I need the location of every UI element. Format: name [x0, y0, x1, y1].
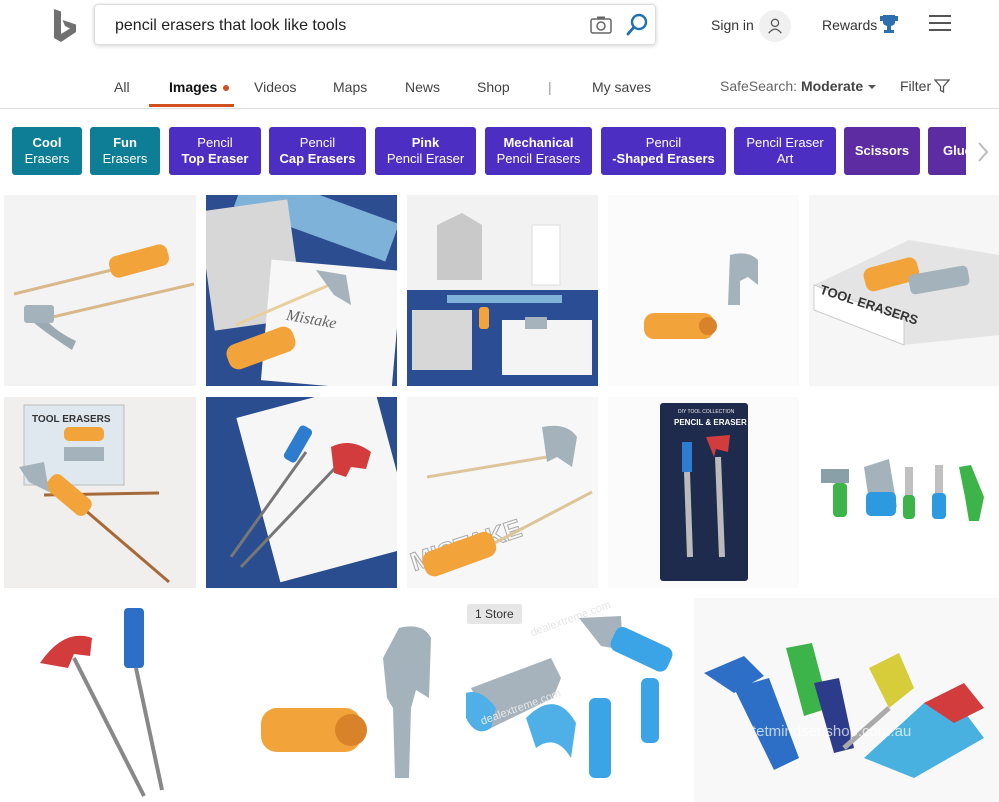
tab-news[interactable]: News — [405, 79, 440, 95]
filter-button[interactable]: Filter — [900, 78, 931, 94]
tab-videos[interactable]: Videos — [254, 79, 297, 95]
chip-line1: Cool — [32, 135, 62, 150]
chip-line1: Pencil — [299, 135, 336, 150]
watermark: tetmindset.shop.com.au — [752, 723, 911, 740]
safesearch-value: Moderate — [800, 78, 864, 94]
chip-line1: Pencil — [197, 135, 233, 150]
safesearch-dropdown[interactable]: SafeSearch: Moderate — [720, 78, 877, 94]
image-result[interactable]: dealextreme.com dealextreme.com 1 Store — [461, 598, 685, 802]
image-result[interactable] — [4, 195, 196, 386]
active-tab-dot — [223, 85, 229, 91]
trophy-icon[interactable] — [880, 14, 898, 34]
chip-line1: Pencil Eraser — [746, 135, 824, 150]
chip-scissors[interactable]: Scissors — [844, 127, 920, 175]
active-tab-underline — [149, 104, 234, 107]
search-box[interactable]: pencil erasers that look like tools — [94, 4, 656, 45]
chip-pencil-top-eraser[interactable]: Pencil Top Eraser — [169, 127, 261, 175]
tab-images[interactable]: Images — [169, 79, 217, 95]
header-divider — [0, 108, 999, 109]
chip-line2: Art — [776, 151, 794, 166]
tab-shop[interactable]: Shop — [477, 79, 510, 95]
bing-logo[interactable] — [52, 8, 78, 44]
image-result[interactable]: tetmindset.shop.com.au — [694, 598, 999, 802]
image-result[interactable]: TOOL ERASERS — [809, 195, 999, 386]
chip-cool-erasers[interactable]: Cool Erasers — [12, 127, 82, 175]
image-result[interactable] — [4, 598, 222, 802]
chip-pink-pencil-eraser[interactable]: Pink Pencil Eraser — [375, 127, 476, 175]
image-result[interactable] — [231, 598, 455, 802]
store-count-badge: 1 Store — [467, 604, 522, 624]
thumb-text: DIY TOOL COLLECTION — [678, 409, 735, 415]
thumb-text: PENCIL & ERASER — [674, 418, 747, 427]
image-result[interactable] — [608, 195, 799, 386]
vertical-tabs: All Images Videos Maps News Shop | My sa… — [0, 70, 999, 108]
signin-link[interactable]: Sign in — [711, 17, 754, 33]
chip-line2: -Shaped Erasers — [612, 151, 715, 166]
image-result[interactable]: TOOL ERASERS — [4, 397, 196, 588]
chip-line1: Pencil — [645, 135, 682, 150]
chevron-down-icon — [868, 85, 877, 90]
image-result[interactable] — [407, 195, 598, 386]
filter-funnel-icon[interactable] — [933, 78, 951, 94]
chip-line2: Pencil Erasers — [496, 151, 581, 166]
chip-line2: Erasers — [102, 151, 148, 166]
chip-fun-erasers[interactable]: Fun Erasers — [90, 127, 160, 175]
chip-line2: Erasers — [24, 151, 70, 166]
image-result[interactable] — [206, 397, 397, 588]
tab-my-saves[interactable]: My saves — [592, 79, 651, 95]
search-icon[interactable] — [625, 13, 649, 37]
chip-line2: Top Eraser — [181, 151, 249, 166]
rewards-link[interactable]: Rewards — [822, 17, 877, 33]
chip-line1: Fun — [113, 135, 137, 150]
safesearch-label: SafeSearch: — [720, 78, 798, 94]
search-input[interactable]: pencil erasers that look like tools — [115, 17, 346, 35]
chevron-right-icon[interactable] — [976, 140, 990, 164]
chip-mechanical-pencil-erasers[interactable]: Mechanical Pencil Erasers — [485, 127, 592, 175]
chip-pencil-cap-erasers[interactable]: Pencil Cap Erasers — [269, 127, 366, 175]
chip-pencil-eraser-art[interactable]: Pencil Eraser Art — [734, 127, 836, 175]
avatar-icon[interactable] — [759, 10, 791, 42]
thumb-text: TOOL ERASERS — [32, 414, 111, 425]
chip-line1: Pink — [411, 135, 440, 150]
image-result[interactable] — [809, 397, 999, 588]
image-result[interactable]: DIY TOOL COLLECTION PENCIL & ERASER — [608, 397, 799, 588]
chip-line1: Mechanical — [503, 135, 574, 150]
chip-line1: Scissors — [854, 143, 910, 158]
chip-line2: Cap Erasers — [279, 151, 356, 166]
tab-divider: | — [548, 79, 552, 95]
image-result[interactable]: MISTAKE — [407, 397, 598, 588]
tab-maps[interactable]: Maps — [333, 79, 367, 95]
related-searches: Cool Erasers Fun Erasers Pencil Top Eras… — [0, 127, 999, 177]
chip-pencil-shaped-erasers[interactable]: Pencil -Shaped Erasers — [601, 127, 726, 175]
tab-all[interactable]: All — [114, 79, 130, 95]
hamburger-menu-icon[interactable] — [929, 15, 951, 33]
chip-line2: Pencil Eraser — [386, 151, 465, 166]
camera-icon[interactable] — [590, 15, 612, 35]
image-result[interactable]: Mistake — [206, 195, 397, 386]
